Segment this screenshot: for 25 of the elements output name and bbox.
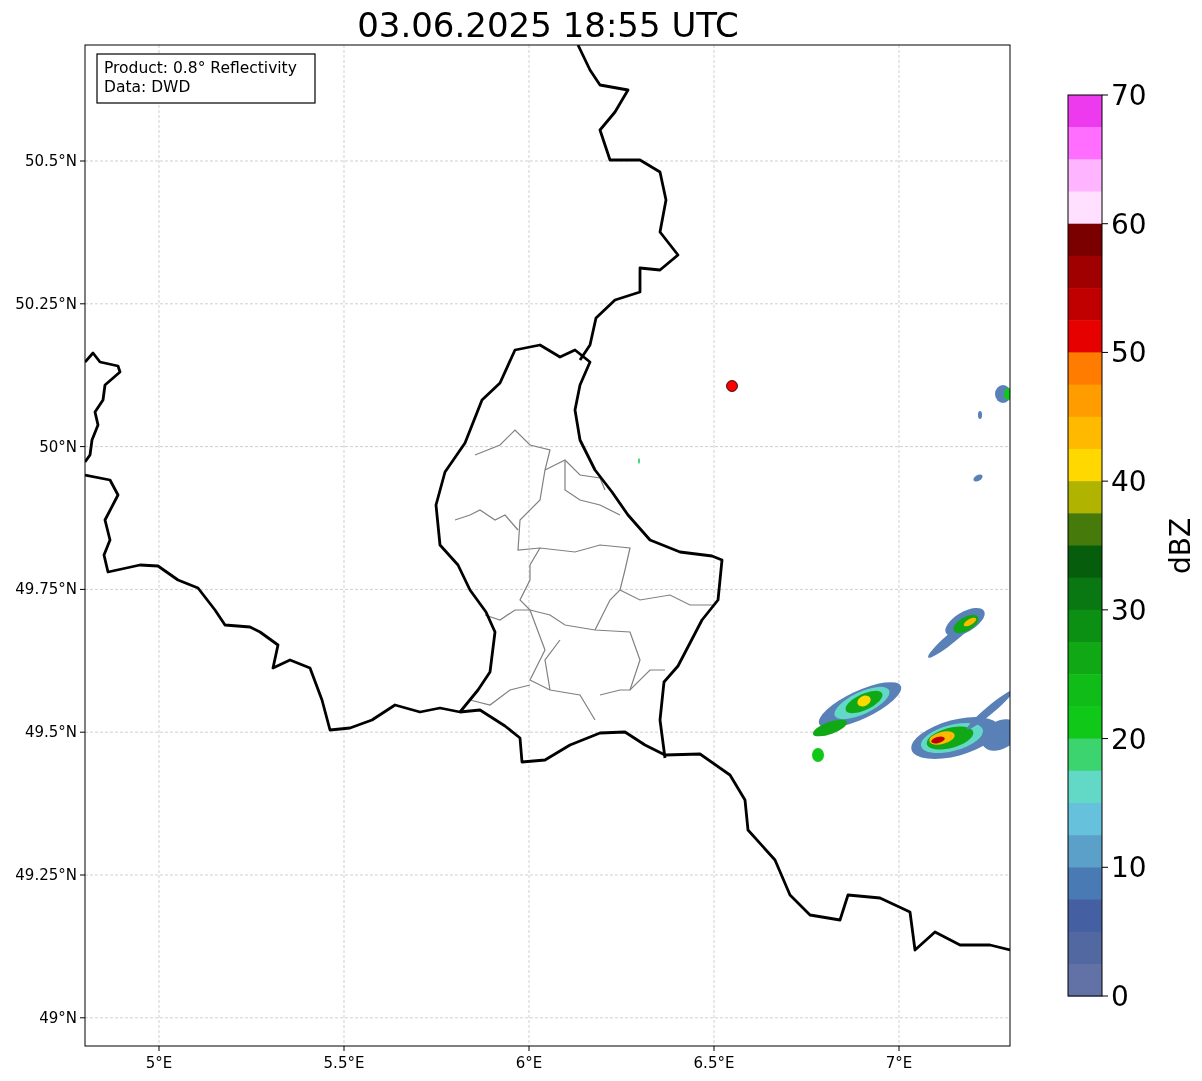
radar-site-marker <box>726 380 738 392</box>
latitude-label: 49.75°N <box>15 580 77 599</box>
latitude-label: 50.25°N <box>15 294 77 313</box>
latitude-label: 49°N <box>39 1008 77 1027</box>
info-text: Product: 0.8° Reflectivity <box>104 59 297 77</box>
info-text: Data: DWD <box>104 78 191 96</box>
colorbar-label: dBZ <box>1164 517 1197 575</box>
longitude-label: 6°E <box>515 1054 543 1072</box>
colorbar-tick-label: 10 <box>1111 851 1147 885</box>
longitude-label: 7°E <box>885 1054 913 1072</box>
latitude-label: 49.5°N <box>24 723 77 742</box>
longitude-label: 5°E <box>145 1054 173 1072</box>
colorbar-tick-label: 70 <box>1111 79 1147 112</box>
latitude-label: 49.25°N <box>15 866 77 884</box>
longitude-label: 5.5°E <box>323 1054 365 1072</box>
colorbar-tick-label: 0 <box>1111 980 1129 1013</box>
longitude-label: 6.5°E <box>693 1054 735 1072</box>
colorbar-tick-label: 60 <box>1111 207 1147 241</box>
colorbar-tick-label: 30 <box>1111 593 1147 627</box>
latitude-label: 50.5°N <box>24 152 77 170</box>
chart-title: 03.06.2025 18:55 UTC <box>357 5 739 45</box>
latitude-label: 50°N <box>39 437 77 456</box>
colorbar-tick-label: 20 <box>1111 722 1147 756</box>
colorbar-tick-label: 50 <box>1111 336 1147 370</box>
colorbar-tick-label: 40 <box>1111 465 1147 499</box>
